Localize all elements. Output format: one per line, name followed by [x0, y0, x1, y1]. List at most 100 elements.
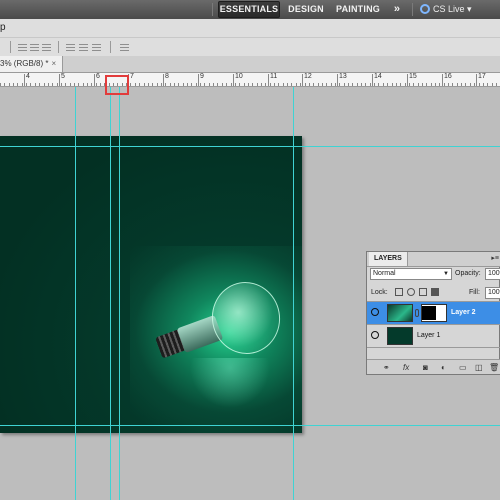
layers-tab[interactable]: LAYERS	[369, 252, 408, 266]
lock-position-icon[interactable]	[419, 288, 427, 296]
align-top-icon[interactable]	[18, 42, 27, 52]
mask-icon[interactable]: ◙	[423, 363, 428, 372]
ruler-tick	[61, 83, 62, 86]
ruler-tick	[13, 83, 14, 86]
ruler-tick	[426, 83, 427, 86]
document-image[interactable]	[0, 136, 302, 433]
new-layer-icon[interactable]: ◫	[475, 363, 483, 372]
align-vcenter-icon[interactable]	[30, 42, 39, 52]
ruler-tick	[287, 83, 288, 86]
close-tab-icon[interactable]: ×	[51, 59, 56, 68]
panel-menu-icon[interactable]: ▸≡	[491, 254, 499, 262]
layers-panel-footer: ⚭ fx ◙ ◐ ▭ ◫ 🗑	[367, 359, 500, 374]
ruler-tick	[196, 83, 197, 86]
lock-all-icon[interactable]	[431, 288, 439, 296]
document-tab[interactable]: 3% (RGB/8) * ×	[0, 56, 64, 72]
workspace-painting-button[interactable]: PAINTING	[332, 0, 384, 19]
more-workspaces-icon[interactable]: »	[388, 0, 406, 19]
ruler-major-tick	[337, 74, 338, 86]
ruler-tick	[244, 83, 245, 86]
opacity-input[interactable]: 100%	[485, 268, 500, 280]
ruler-tick	[178, 83, 179, 86]
visibility-eye-icon[interactable]	[371, 308, 379, 316]
layer-name: Layer 2	[451, 309, 476, 316]
distribute-right-icon[interactable]	[92, 42, 101, 52]
ruler-tick	[431, 83, 432, 86]
ruler-tick	[83, 83, 84, 86]
ruler-tick	[96, 83, 97, 86]
vertical-guide[interactable]	[293, 87, 294, 500]
vertical-guide[interactable]	[110, 87, 111, 500]
fx-icon[interactable]: fx	[403, 363, 409, 372]
ruler-tick	[231, 83, 232, 86]
ruler-tick	[309, 83, 310, 86]
ruler-tick	[44, 83, 45, 86]
layer-row-layer-2[interactable]: Layer 2	[367, 302, 500, 324]
ruler-major-tick	[407, 74, 408, 86]
ruler-tick	[318, 83, 319, 86]
ruler-label: 17	[478, 73, 486, 80]
layer-mask-thumbnail[interactable]	[421, 304, 447, 322]
layer-row-layer-1[interactable]: Layer 1	[367, 325, 500, 347]
lock-transparency-icon[interactable]	[395, 288, 403, 296]
ruler-tick	[200, 83, 201, 86]
ruler-tick	[17, 83, 18, 86]
distribute-left-icon[interactable]	[66, 42, 75, 52]
workspace-essentials-button[interactable]: ESSENTIALS	[218, 1, 280, 18]
align-bottom-icon[interactable]	[42, 42, 51, 52]
ruler-tick	[378, 83, 379, 86]
distribute-center-icon[interactable]	[79, 42, 88, 52]
trash-icon[interactable]: 🗑	[489, 363, 499, 372]
ruler-tick	[322, 83, 323, 86]
layers-panel: LAYERS ▸≡ Normal ▼ Opacity: 100% Lock: F…	[366, 251, 500, 375]
ruler-tick	[70, 83, 71, 86]
group-icon[interactable]: ▭	[459, 363, 467, 372]
ruler-tick	[300, 83, 301, 86]
ruler-tick	[174, 83, 175, 86]
ruler-tick	[35, 83, 36, 86]
ruler-tick	[274, 83, 275, 86]
ruler-tick	[57, 83, 58, 86]
horizontal-guide[interactable]	[0, 146, 500, 147]
vignette	[0, 136, 302, 433]
ruler-tick	[213, 83, 214, 86]
ruler-tick	[374, 83, 375, 86]
workspace-design-button[interactable]: DESIGN	[284, 0, 328, 19]
ruler-tick	[357, 83, 358, 86]
chevron-down-icon: ▼	[443, 271, 449, 277]
ruler-tick	[257, 83, 258, 86]
horizontal-ruler[interactable]: 4 5 6 7 8 9 10 11 12 13 14 15 16 17	[0, 73, 500, 87]
ruler-tick	[248, 83, 249, 86]
ruler-tick	[435, 83, 436, 86]
ruler-tick	[183, 83, 184, 86]
ruler-tick	[87, 83, 88, 86]
ruler-tick	[135, 83, 136, 86]
cs-live-button[interactable]: CS Live ▾	[420, 0, 472, 19]
ruler-tick	[226, 83, 227, 86]
ruler-tick	[331, 83, 332, 86]
ruler-tick	[161, 83, 162, 86]
menu-item[interactable]: p	[0, 22, 6, 33]
opacity-label: Opacity:	[455, 270, 481, 277]
fill-label: Fill:	[469, 289, 480, 296]
blend-mode-select[interactable]: Normal ▼	[370, 268, 452, 280]
ruler-tick	[139, 83, 140, 86]
adjustment-icon[interactable]: ◐	[441, 363, 446, 372]
ruler-tick	[448, 83, 449, 86]
lock-image-icon[interactable]	[407, 288, 415, 296]
ruler-tick	[235, 83, 236, 86]
fill-input[interactable]: 100%	[485, 287, 500, 299]
auto-align-icon[interactable]	[120, 42, 129, 52]
ruler-label: 5	[61, 73, 65, 80]
horizontal-guide[interactable]	[0, 425, 500, 426]
ruler-tick	[452, 83, 453, 86]
link-icon[interactable]: ⚭	[383, 363, 390, 372]
visibility-eye-icon[interactable]	[371, 331, 379, 339]
vertical-guide[interactable]	[75, 87, 76, 500]
ruler-tick	[0, 83, 1, 86]
mask-link-icon[interactable]	[415, 309, 419, 317]
options-bar: p	[0, 19, 500, 57]
vertical-guide[interactable]	[119, 87, 120, 500]
ruler-label: 4	[26, 73, 30, 80]
ruler-highlight-box	[105, 75, 129, 95]
